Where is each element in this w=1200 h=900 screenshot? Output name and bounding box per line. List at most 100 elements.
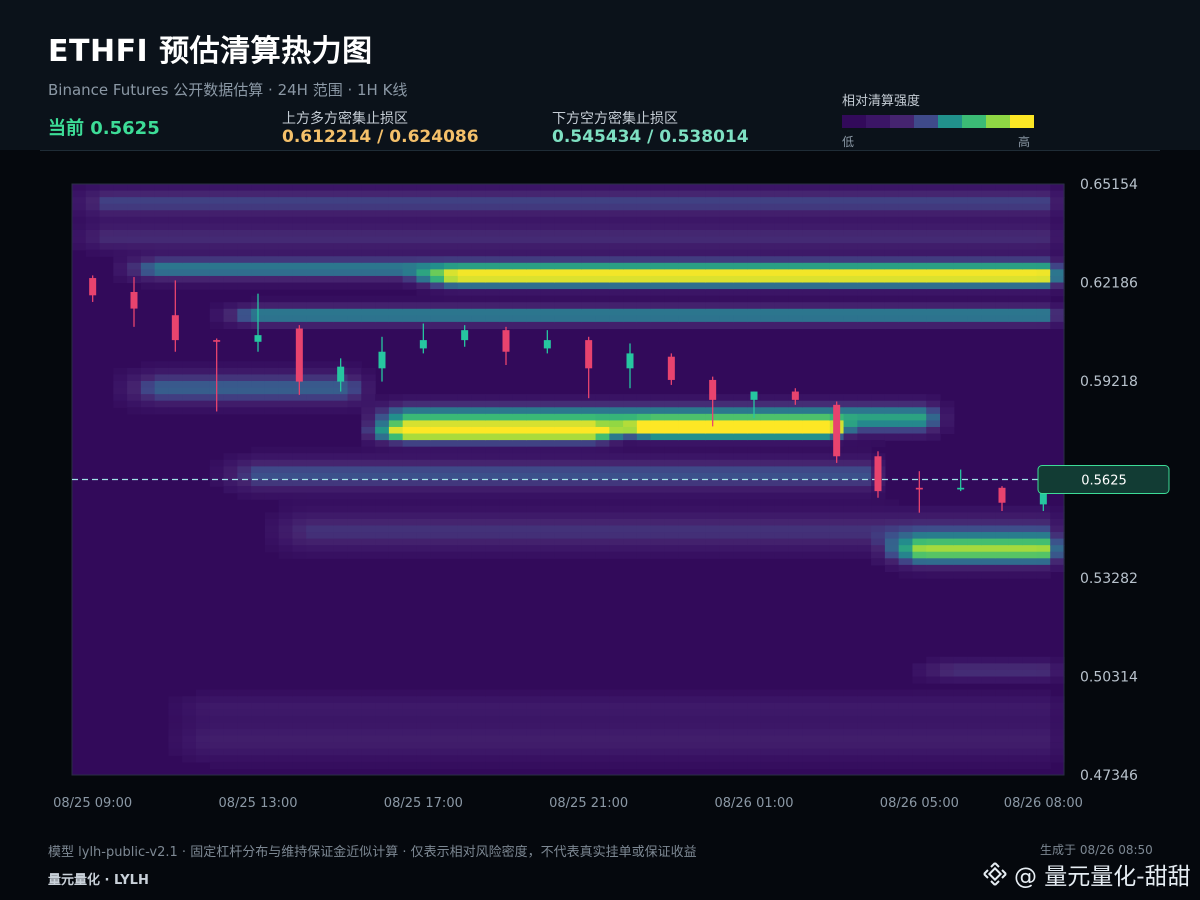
heat-cell xyxy=(581,295,597,303)
heat-cell xyxy=(540,545,555,553)
heat-cell xyxy=(471,755,486,763)
heat-cell xyxy=(540,229,555,238)
heat-cell xyxy=(402,243,418,251)
heat-cell xyxy=(581,256,597,264)
heat-cell xyxy=(664,761,679,770)
heat-cell xyxy=(623,302,638,310)
heat-cell xyxy=(320,532,335,540)
heat-cell xyxy=(953,689,969,697)
heat-cell xyxy=(829,289,845,297)
heat-cell xyxy=(196,262,211,270)
heat-cell xyxy=(457,532,473,540)
heat-cell xyxy=(333,394,349,402)
heat-cell xyxy=(471,492,486,500)
heat-cell xyxy=(843,229,858,238)
heat-cell xyxy=(72,216,87,224)
heat-cell xyxy=(1022,197,1038,205)
heat-cell xyxy=(444,262,459,270)
heat-cell xyxy=(650,210,666,218)
heat-cell xyxy=(1050,190,1065,198)
heat-cell xyxy=(843,479,858,487)
heat-cell xyxy=(953,735,969,743)
heat-cell xyxy=(416,689,431,697)
heat-cell xyxy=(457,295,473,303)
heat-cell xyxy=(636,210,652,218)
heat-cell xyxy=(1008,197,1024,205)
heat-cell xyxy=(802,210,817,218)
heat-cell xyxy=(1022,184,1038,192)
candle-body xyxy=(502,330,510,352)
heat-cell xyxy=(829,243,845,251)
heat-cell xyxy=(320,689,335,697)
heat-cell xyxy=(568,269,583,277)
heat-cell xyxy=(871,308,886,316)
heat-cell xyxy=(981,243,996,251)
heat-cell xyxy=(581,289,597,297)
heat-cell xyxy=(802,302,817,310)
heat-cell xyxy=(444,282,459,290)
heat-cell xyxy=(347,243,362,251)
heat-cell xyxy=(1022,308,1038,316)
heat-cell xyxy=(471,282,486,290)
heat-cell xyxy=(967,243,982,251)
heat-cell xyxy=(719,735,734,743)
heat-cell xyxy=(747,282,762,290)
heat-cell xyxy=(802,446,817,454)
heat-cell xyxy=(182,361,197,369)
heat-cell xyxy=(623,538,638,546)
heat-cell xyxy=(306,282,321,290)
heat-cell xyxy=(595,532,610,540)
heat-cell xyxy=(457,689,473,697)
heat-cell xyxy=(843,184,858,192)
heat-cell xyxy=(953,295,969,303)
heat-cell xyxy=(485,407,500,415)
heat-cell xyxy=(168,407,183,415)
heat-cell xyxy=(788,210,803,218)
heat-cell xyxy=(857,512,872,520)
heat-cell xyxy=(788,426,803,435)
heat-cell xyxy=(609,256,624,264)
heat-cell xyxy=(402,413,418,421)
heat-cell xyxy=(705,216,721,224)
heat-cell xyxy=(402,729,418,737)
heat-cell xyxy=(650,446,666,454)
heat-cell xyxy=(278,709,294,717)
heat-cell xyxy=(264,394,280,402)
heat-cell xyxy=(967,558,982,566)
heat-cell xyxy=(733,479,748,487)
heat-cell xyxy=(705,256,721,264)
heat-cell xyxy=(1050,696,1065,704)
heat-cell xyxy=(278,197,294,205)
heat-cell xyxy=(320,505,335,513)
heat-cell xyxy=(264,407,280,415)
heat-cell xyxy=(802,512,817,520)
heat-cell xyxy=(554,295,569,303)
heat-cell xyxy=(1008,729,1024,737)
heat-cell xyxy=(581,545,597,553)
heat-cell xyxy=(636,249,652,257)
heat-cell xyxy=(747,269,762,277)
heat-cell xyxy=(1008,269,1024,277)
heat-cell xyxy=(650,400,666,408)
heat-cell xyxy=(802,289,817,297)
heat-cell xyxy=(361,262,376,270)
heat-cell xyxy=(540,446,555,454)
heat-cell xyxy=(292,532,307,540)
heat-cell xyxy=(843,742,858,750)
heat-cell xyxy=(499,453,514,461)
heat-cell xyxy=(774,761,790,770)
heat-cell xyxy=(1036,229,1051,238)
heat-cell xyxy=(692,499,707,507)
heat-cell xyxy=(829,689,845,697)
heat-cell xyxy=(650,689,666,697)
heat-cell xyxy=(788,459,803,467)
heat-cell xyxy=(733,755,748,763)
heat-cell xyxy=(623,689,638,697)
heat-cell xyxy=(430,426,445,435)
heat-cell xyxy=(251,243,266,251)
heat-cell xyxy=(884,735,900,743)
heat-cell xyxy=(209,223,225,231)
heat-cell xyxy=(802,453,817,461)
heat-cell xyxy=(457,210,473,218)
heat-cell xyxy=(485,518,500,527)
